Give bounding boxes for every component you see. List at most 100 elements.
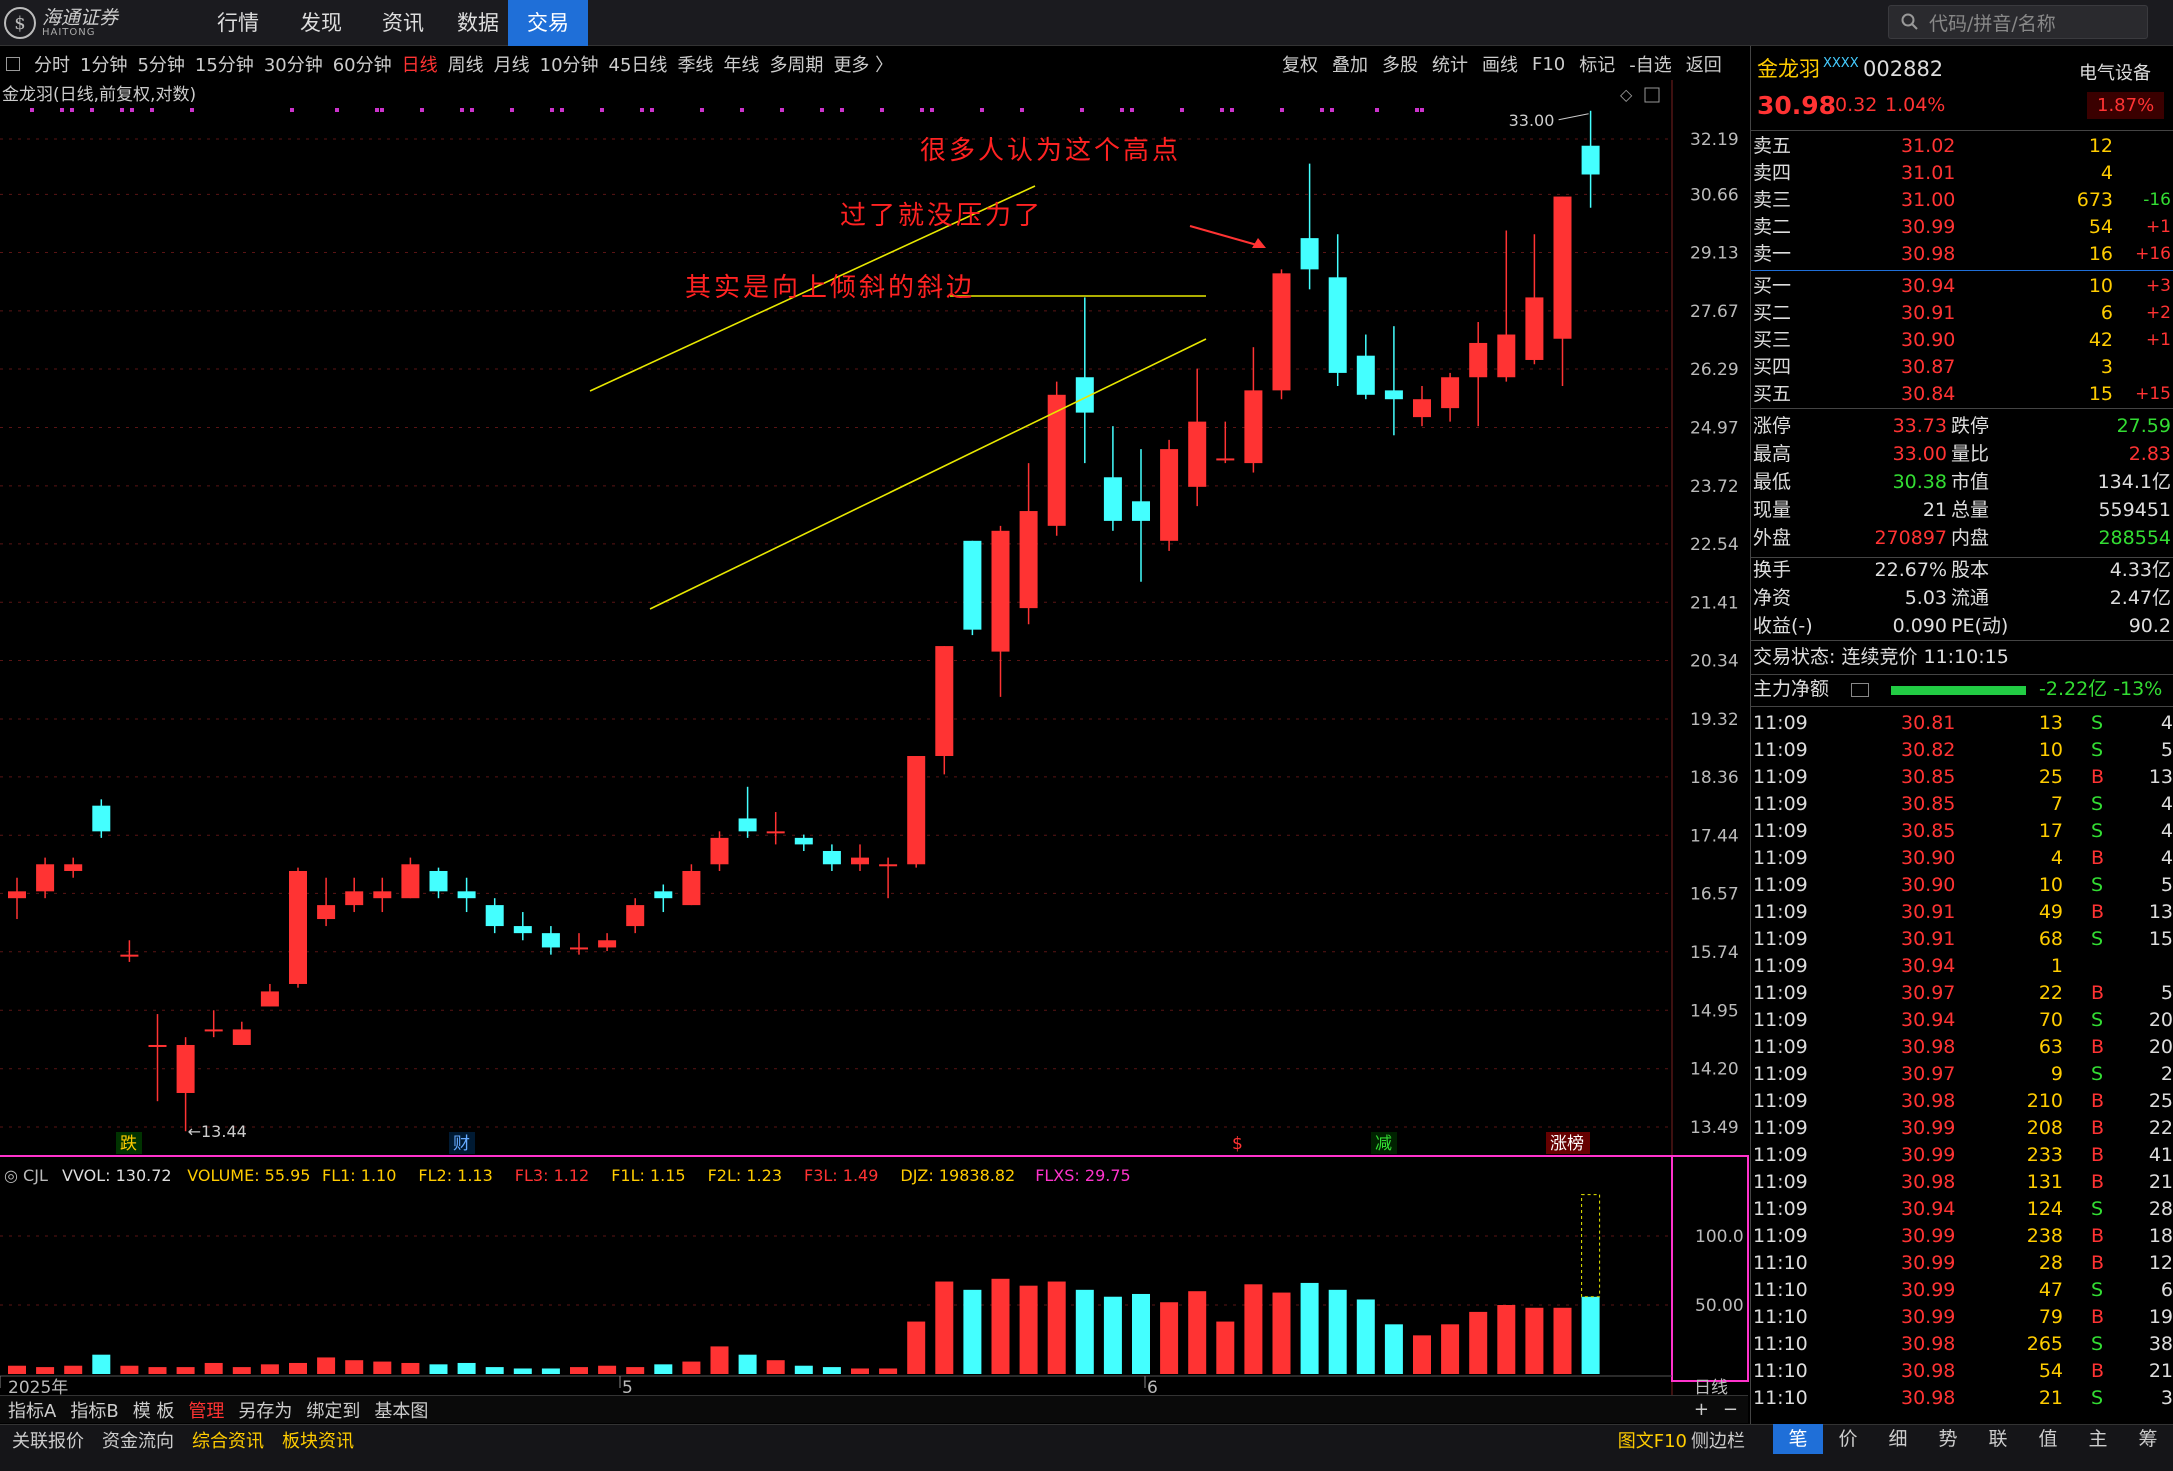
bid-price[interactable]: 30.94 [1901,273,1955,300]
candle-body[interactable] [485,905,504,927]
indicator-tab-0[interactable]: 指标A [8,1397,56,1423]
volume-bar[interactable] [1553,1307,1572,1374]
indicator-tab-3[interactable]: 管理 [188,1397,224,1423]
candle-body[interactable] [36,864,55,892]
detail-tab-7[interactable]: 筹 [2123,1424,2173,1454]
nav-3[interactable]: 数据 [440,0,516,46]
volume-bar[interactable] [457,1362,476,1374]
timeframe-6[interactable]: 日线 [402,51,438,77]
nav-4[interactable]: 交易 [508,0,588,46]
volume-bar[interactable] [1216,1321,1235,1374]
bid-price[interactable]: 30.87 [1901,354,1955,381]
volume-bar[interactable] [626,1367,645,1374]
timeframe-5[interactable]: 60分钟 [333,51,392,77]
volume-bar[interactable] [1244,1284,1263,1374]
volume-bar[interactable] [1160,1302,1179,1374]
chart-tool-6[interactable]: 标记 [1579,51,1615,77]
bid-price[interactable]: 30.84 [1901,381,1955,408]
ask-price[interactable]: 31.01 [1901,160,1955,187]
candle-body[interactable] [204,1029,223,1032]
indicator-tab-6[interactable]: 基本图 [374,1397,428,1423]
candle-body[interactable] [1160,449,1179,541]
indicator-tab-5[interactable]: 绑定到 [306,1397,360,1423]
trendline-1[interactable] [649,338,1207,610]
candle-body[interactable] [401,864,420,899]
volume-bar[interactable] [710,1346,729,1374]
candle-body[interactable] [1441,377,1460,409]
candle-body[interactable] [710,837,729,865]
candle-body[interactable] [1553,196,1572,339]
timeframe-3[interactable]: 15分钟 [195,51,254,77]
volume-bar[interactable] [794,1365,813,1374]
candle-body[interactable] [1497,334,1516,378]
nav-2[interactable]: 资讯 [365,0,441,46]
event-mark-4[interactable]: 涨榜 [1550,1134,1584,1154]
candle-body[interactable] [1300,238,1319,270]
panel-toggle-icon[interactable] [6,57,20,71]
candle-body[interactable] [513,926,532,934]
detail-tab-6[interactable]: 主 [2073,1424,2123,1454]
volume-bar[interactable] [766,1360,785,1374]
candle-body[interactable] [1581,145,1600,175]
candle-body[interactable] [345,891,364,906]
candle-body[interactable] [851,857,869,865]
candle-body[interactable] [457,891,476,899]
volume-bar[interactable] [682,1361,701,1374]
sidebar-toggle[interactable]: 侧边栏 [1691,1427,1745,1453]
volume-bar[interactable] [1469,1311,1488,1374]
candle-body[interactable] [991,530,1010,652]
volume-bar[interactable] [1103,1296,1122,1374]
volume-bar[interactable] [991,1278,1010,1374]
nav-0[interactable]: 行情 [200,0,276,46]
indicator-tab-1[interactable]: 指标B [70,1397,118,1423]
volume-bar[interactable] [1188,1291,1207,1374]
add-icon[interactable]: + [1694,1399,1709,1420]
volume-bar[interactable] [879,1368,898,1374]
candle-body[interactable] [1384,390,1403,400]
indicator-tab-4[interactable]: 另存为 [238,1397,292,1423]
timeframe-8[interactable]: 月线 [494,51,530,77]
bottom-link-1[interactable]: 资金流向 [102,1427,174,1453]
chart-tool-1[interactable]: 叠加 [1332,51,1368,77]
candle-body[interactable] [738,818,757,832]
timeframe-4[interactable]: 30分钟 [264,51,323,77]
volume-bar[interactable] [289,1362,307,1374]
chart-tool-0[interactable]: 复权 [1282,51,1318,77]
volume-bar[interactable] [1075,1289,1094,1374]
window-icon[interactable] [1644,87,1660,103]
timeframe-10[interactable]: 45日线 [609,51,668,77]
candle-body[interactable] [1356,355,1375,395]
ask-price[interactable]: 30.98 [1901,241,1955,268]
chart-tool-8[interactable]: 返回 [1686,51,1722,77]
search-box[interactable]: 代码/拼音/名称 [1888,5,2148,39]
volume-bar[interactable] [204,1362,223,1374]
candle-body[interactable] [317,905,336,920]
candle-body[interactable] [963,540,982,630]
candle-body[interactable] [1244,390,1263,464]
volume-bar[interactable] [1525,1307,1544,1374]
volume-bar[interactable] [232,1367,251,1374]
candle-body[interactable] [429,870,448,892]
timeframe-2[interactable]: 5分钟 [137,51,184,77]
candle-body[interactable] [373,891,392,899]
candle-body[interactable] [1469,342,1488,378]
volume-bar[interactable] [120,1365,139,1374]
detail-tab-3[interactable]: 势 [1923,1424,1973,1454]
volume-bar[interactable] [8,1365,26,1374]
detail-tab-0[interactable]: 笔 [1773,1424,1823,1454]
volume-bar[interactable] [373,1361,392,1374]
nav-1[interactable]: 发现 [283,0,359,46]
volume-bar[interactable] [513,1368,532,1374]
volume-bar[interactable] [485,1367,504,1374]
candle-body[interactable] [260,991,279,1007]
candle-body[interactable] [1188,421,1207,487]
volume-bar[interactable] [1019,1285,1038,1374]
volume-bar[interactable] [148,1367,167,1374]
volume-bar[interactable] [176,1367,195,1374]
candle-body[interactable] [541,933,560,948]
chart-tool-3[interactable]: 统计 [1432,51,1468,77]
event-mark-1[interactable]: 财 [453,1134,470,1154]
candle-body[interactable] [822,850,841,865]
volume-bar[interactable] [1047,1281,1066,1374]
bid-price[interactable]: 30.91 [1901,300,1955,327]
